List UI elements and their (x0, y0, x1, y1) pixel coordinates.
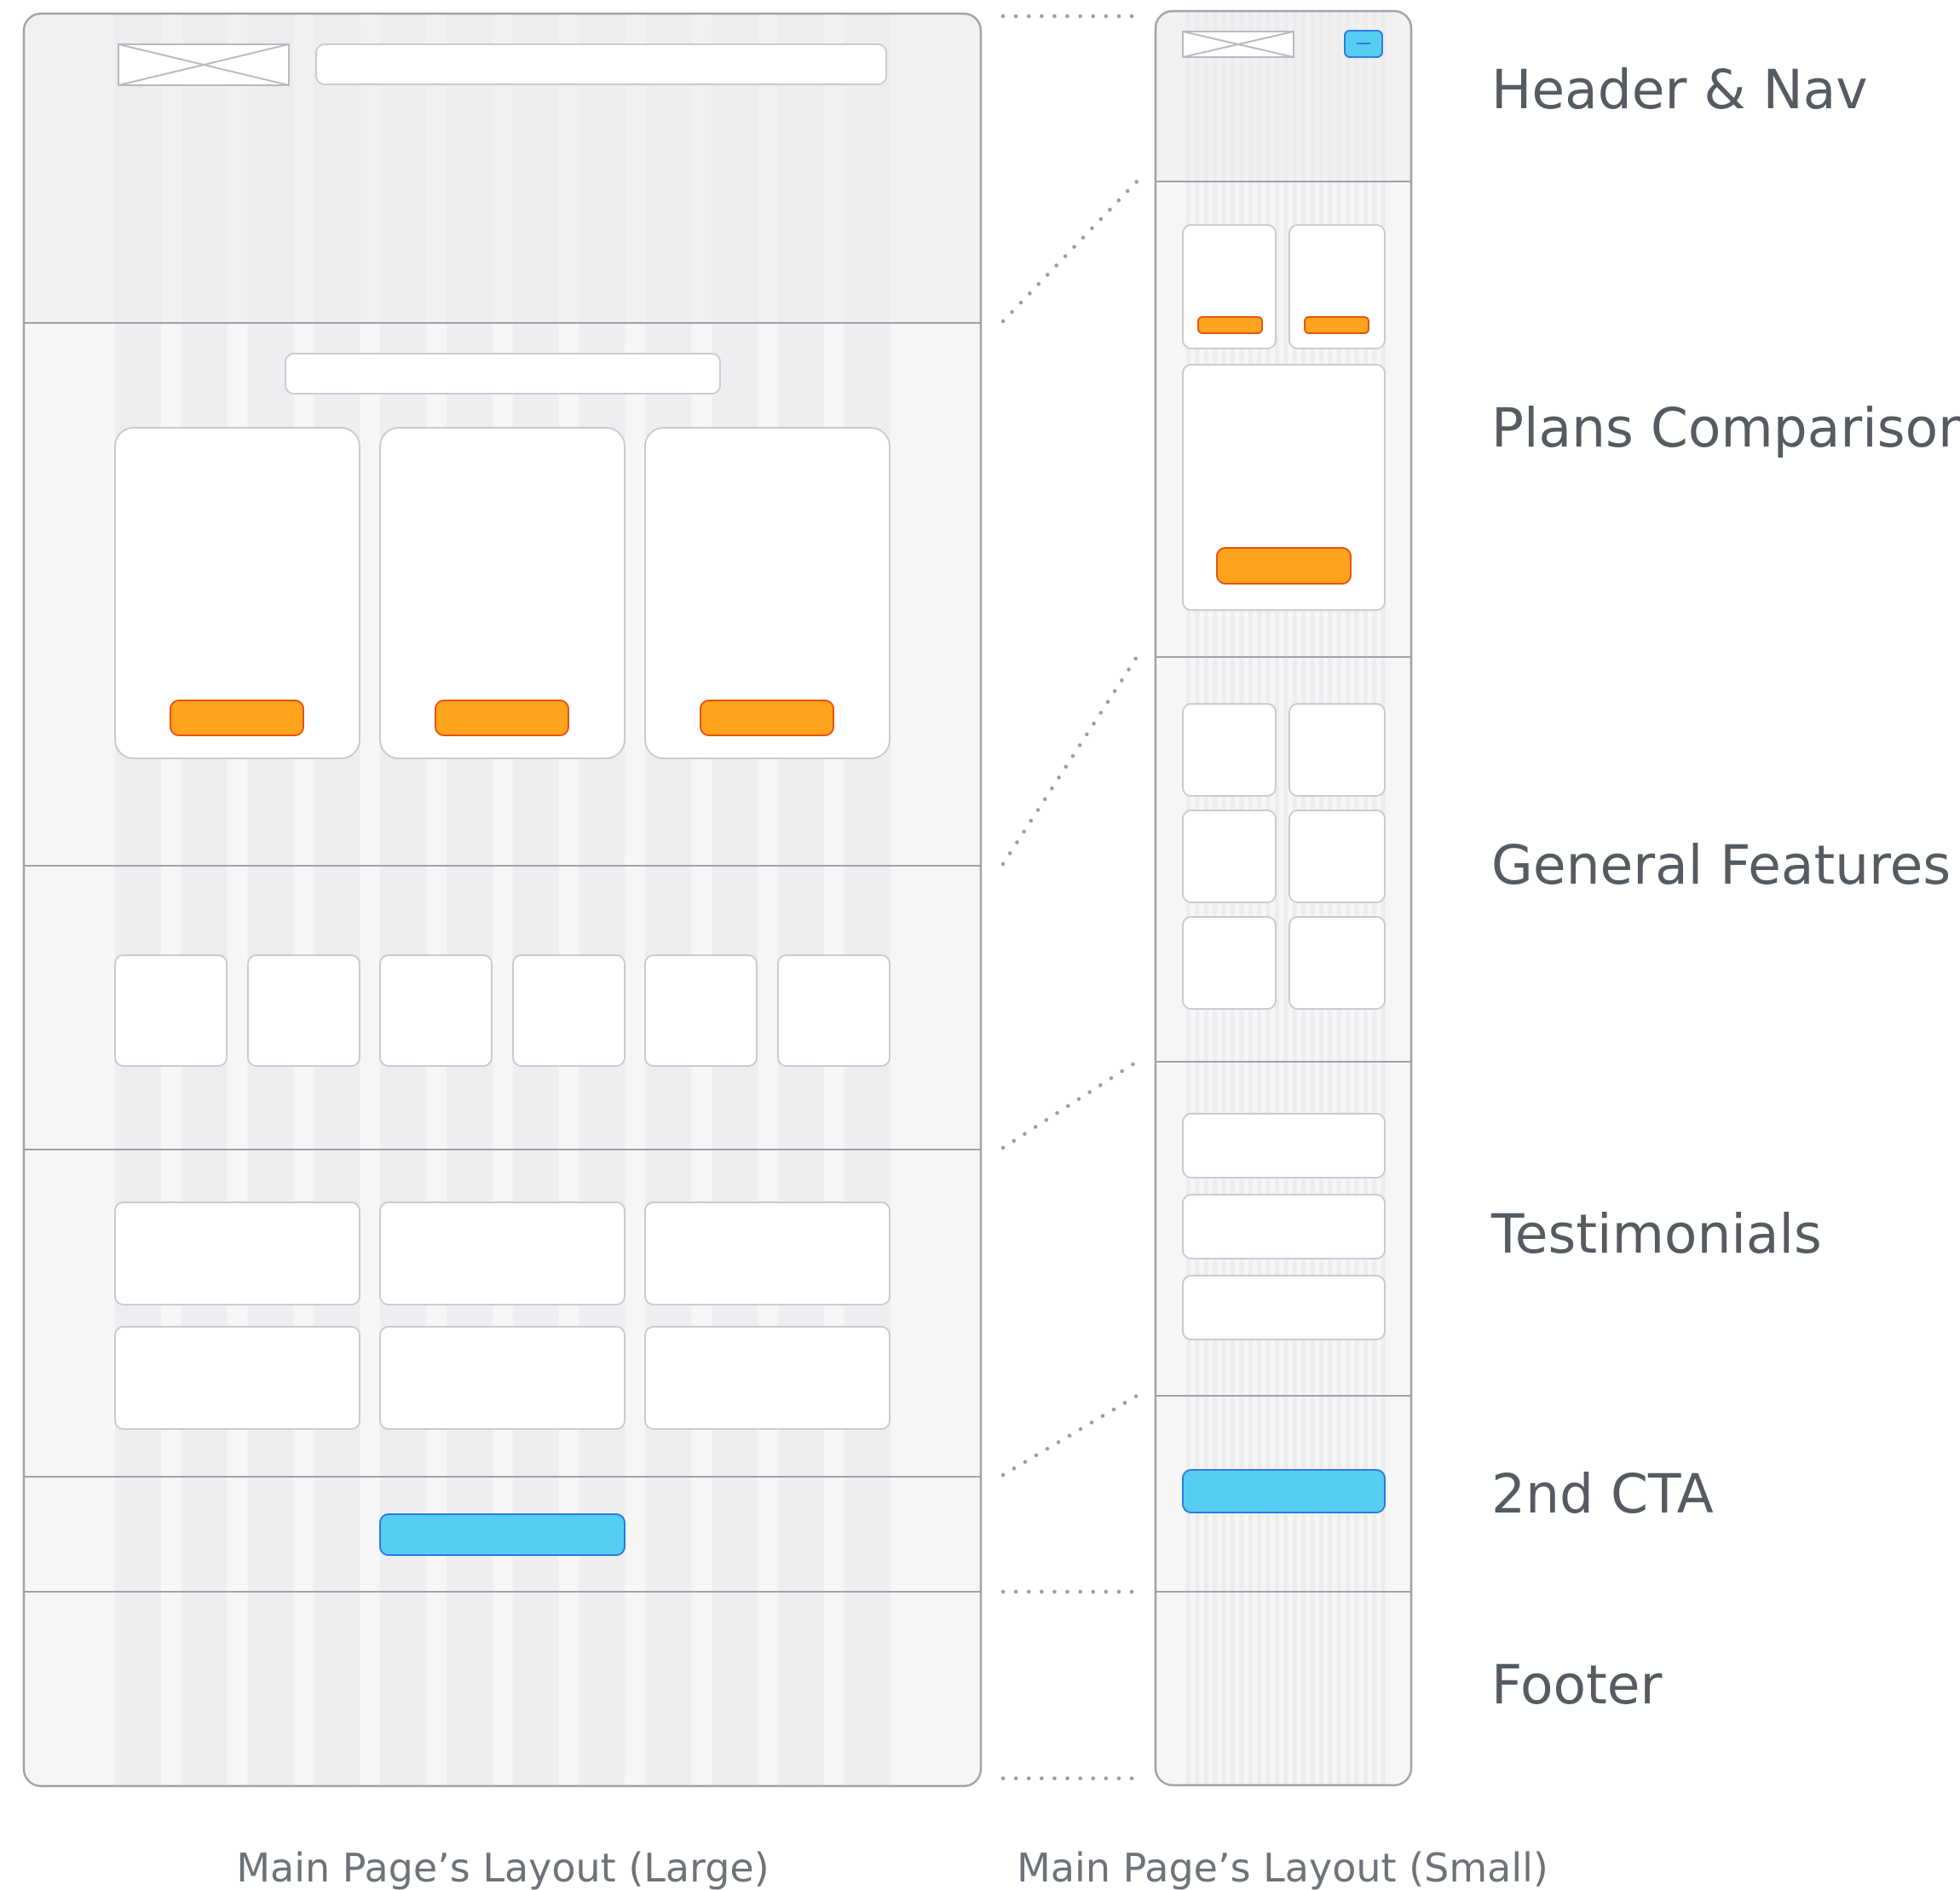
small-plan-card (1288, 224, 1386, 349)
section-label-header-nav: Header & Nav (1491, 59, 1868, 121)
large-feature-box (114, 954, 228, 1067)
large-grid-column (844, 14, 891, 1786)
caption-large-layout: Main Page’s Layout (Large) (236, 1845, 769, 1890)
large-grid-column (181, 14, 228, 1786)
hamburger-menu-icon (1344, 30, 1383, 58)
section-label-testimonials: Testimonials (1490, 1203, 1822, 1265)
large-testimonial-card (379, 1201, 625, 1305)
large-plan-card (644, 427, 891, 759)
large-grid-column (712, 14, 758, 1786)
small-testimonial-card (1182, 1113, 1386, 1178)
small-plan-cta-button (1304, 316, 1369, 334)
large-plan-cta-button (170, 700, 304, 736)
small-second-cta-button (1182, 1469, 1386, 1513)
connector-line (1000, 179, 1139, 324)
small-feature-box (1288, 703, 1386, 797)
large-layout-wireframe (22, 12, 983, 1788)
large-feature-box (512, 954, 625, 1067)
large-feature-box (777, 954, 891, 1067)
large-grid-column (115, 14, 161, 1786)
small-feature-box (1288, 916, 1386, 1010)
large-second-cta-button (379, 1513, 625, 1556)
connector-line (1000, 654, 1139, 867)
large-grid-column (645, 14, 692, 1786)
large-plan-cta-button (435, 700, 569, 736)
section-label-general-features: General Features (1491, 834, 1951, 896)
small-plan-cta-button (1216, 547, 1352, 585)
large-feature-box (247, 954, 360, 1067)
small-testimonial-card (1182, 1194, 1386, 1259)
small-plan-card (1182, 224, 1277, 349)
large-plan-card (114, 427, 360, 759)
small-testimonial-card (1182, 1275, 1386, 1340)
large-testimonial-card (379, 1326, 625, 1430)
large-testimonial-card (644, 1326, 891, 1430)
connector-line (1000, 1059, 1139, 1150)
large-testimonial-card (644, 1201, 891, 1305)
connector-line (1000, 1393, 1139, 1478)
small-plan-card-expanded (1182, 364, 1386, 611)
large-testimonial-card (114, 1201, 360, 1305)
large-logo-placeholder (118, 43, 290, 86)
small-plan-cta-button (1197, 316, 1263, 334)
large-feature-box (379, 954, 493, 1067)
large-testimonial-card (114, 1326, 360, 1430)
small-feature-box (1182, 810, 1277, 903)
small-grid-column (1283, 11, 1288, 1785)
large-nav-bar (315, 43, 887, 85)
section-label-footer: Footer (1491, 1654, 1663, 1716)
large-grid-column (778, 14, 824, 1786)
small-feature-box (1182, 916, 1277, 1010)
small-logo-placeholder (1182, 31, 1294, 58)
section-label-plans-comparison: Plans Comparison (1491, 397, 1960, 459)
large-feature-box (644, 954, 758, 1067)
layout-diagram: Header & Nav Plans Comparison General Fe… (22, 9, 1960, 1890)
caption-small-layout: Main Page’s Layout (Small) (1017, 1845, 1548, 1890)
large-grid-column (247, 14, 294, 1786)
section-connectors (1000, 14, 1139, 1781)
small-feature-box (1288, 810, 1386, 903)
large-plan-cta-button (700, 700, 834, 736)
small-layout-wireframe (1154, 9, 1413, 1787)
section-label-second-cta: 2nd CTA (1491, 1463, 1714, 1525)
small-feature-box (1182, 703, 1277, 797)
large-grid-column (314, 14, 360, 1786)
large-plans-heading-bar (285, 353, 721, 395)
large-plan-card (379, 427, 625, 759)
